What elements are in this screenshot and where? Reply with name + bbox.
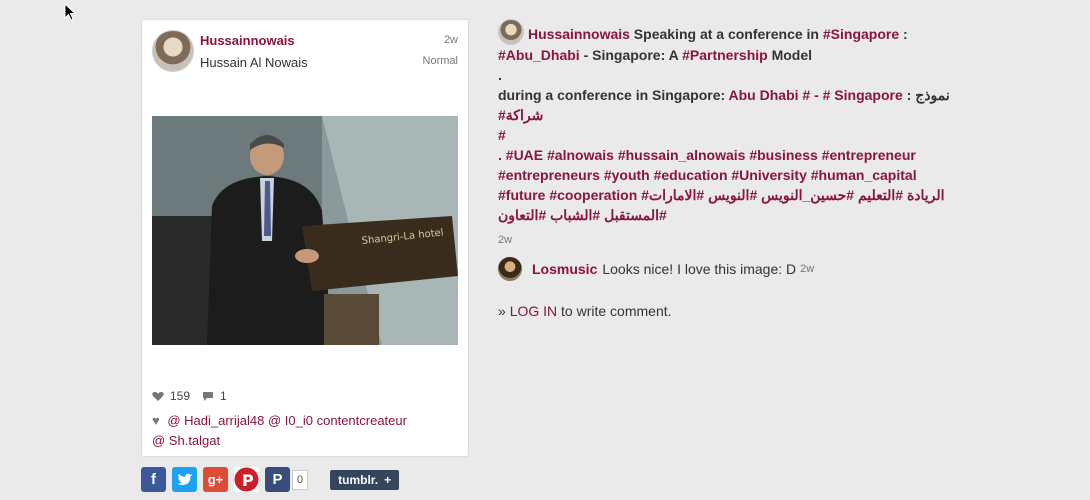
login-prompt: » LOG IN to write comment. xyxy=(498,303,672,319)
pinterest-share-button[interactable]: P xyxy=(234,467,259,492)
caption-text: : نموذج xyxy=(902,87,950,103)
hashtag-link[interactable]: Abu Dhabi # - # Singapore xyxy=(729,87,903,103)
caption-text: Model xyxy=(767,47,813,63)
hashtag-link[interactable]: #Partnership xyxy=(682,47,768,63)
comment-icon[interactable] xyxy=(202,391,214,402)
caption-line: . xyxy=(498,67,502,83)
likes-count: 159 xyxy=(170,389,191,403)
caption-line: # xyxy=(498,125,958,145)
avatar[interactable] xyxy=(152,30,194,72)
card-timestamp: 2w xyxy=(443,34,458,46)
post-caption: Hussainnowais Speaking at a conference i… xyxy=(498,19,958,225)
tumblr-label: tumblr. xyxy=(338,472,379,487)
liker-link[interactable]: @ Hadi_arrijal48 xyxy=(167,413,264,428)
liker-link[interactable]: @ Sh.talgat xyxy=(152,433,220,448)
post-stats: 159 1 xyxy=(152,389,227,403)
pocket-share-button[interactable]: P xyxy=(265,467,290,492)
pinterest-icon: P xyxy=(234,467,259,492)
login-link[interactable]: LOG IN xyxy=(510,303,557,319)
caption-line: during a conference in Singapore: Abu Dh… xyxy=(498,85,958,105)
caption-text: during a conference in Singapore: xyxy=(498,87,729,103)
comment-text: Looks nice! I love this image: D xyxy=(602,261,797,277)
liker-link[interactable]: @ I0_i0 xyxy=(268,413,313,428)
post-timestamp: 2w xyxy=(498,234,513,246)
comments-count: 1 xyxy=(220,389,227,403)
post-card: Hussainnowais Hussain Al Nowais 2w Norma… xyxy=(141,19,469,457)
likers-list: ♥ @ Hadi_arrijal48 @ I0_i0 contentcreate… xyxy=(152,411,452,451)
caption-text: : xyxy=(899,26,908,42)
googleplus-icon: g+ xyxy=(207,472,224,487)
login-suffix: to write comment. xyxy=(557,303,672,319)
hashtag-link[interactable]: #Abu_Dhabi xyxy=(498,47,580,63)
comment-timestamp: 2w xyxy=(800,263,815,275)
caption-text: - Singapore: A xyxy=(579,47,683,63)
heart-icon[interactable] xyxy=(152,391,164,402)
hashtag-link[interactable]: #Singapore xyxy=(823,26,899,42)
facebook-share-button[interactable]: f xyxy=(141,467,166,492)
heart-icon: ♥ xyxy=(152,413,160,428)
avatar[interactable] xyxy=(498,19,524,45)
comment: Losmusic Looks nice! I love this image: … xyxy=(498,257,814,281)
twitter-icon xyxy=(176,473,193,485)
pocket-icon: P xyxy=(272,471,283,488)
card-filter-label: Normal xyxy=(422,55,458,67)
caption-line: #Abu_Dhabi - Singapore: A #Partnership M… xyxy=(498,45,958,65)
share-bar: f g+ P P 0 tumblr. + xyxy=(141,467,400,492)
avatar[interactable] xyxy=(498,257,522,281)
caption-hashtags: . #UAE #alnowais #hussain_alnowais #busi… xyxy=(498,145,958,225)
caption-line: Hussainnowais Speaking at a conference i… xyxy=(498,19,958,45)
caption-line: #شراكة xyxy=(498,105,958,125)
svg-text:P: P xyxy=(242,471,254,490)
hashtag-link[interactable]: #شراكة xyxy=(498,107,543,123)
plus-icon: + xyxy=(384,472,392,487)
tumblr-share-button[interactable]: tumblr. + xyxy=(330,469,400,490)
googleplus-share-button[interactable]: g+ xyxy=(203,467,228,492)
comment-username-link[interactable]: Losmusic xyxy=(532,261,597,277)
card-full-name: Hussain Al Nowais xyxy=(200,55,308,70)
liker-link[interactable]: contentcreateur xyxy=(317,413,407,428)
twitter-share-button[interactable] xyxy=(172,467,197,492)
share-count: 0 xyxy=(292,469,309,490)
hashtag-link[interactable]: # xyxy=(498,127,506,143)
caption-username-link[interactable]: Hussainnowais xyxy=(528,26,630,42)
post-photo[interactable]: Shangri-La hotel xyxy=(152,116,458,345)
caption-text: Speaking at a conference in xyxy=(629,26,823,42)
facebook-icon: f xyxy=(151,471,156,488)
login-prefix: » xyxy=(498,303,510,319)
card-username-link[interactable]: Hussainnowais xyxy=(200,33,295,48)
mouse-cursor-icon xyxy=(64,3,76,21)
